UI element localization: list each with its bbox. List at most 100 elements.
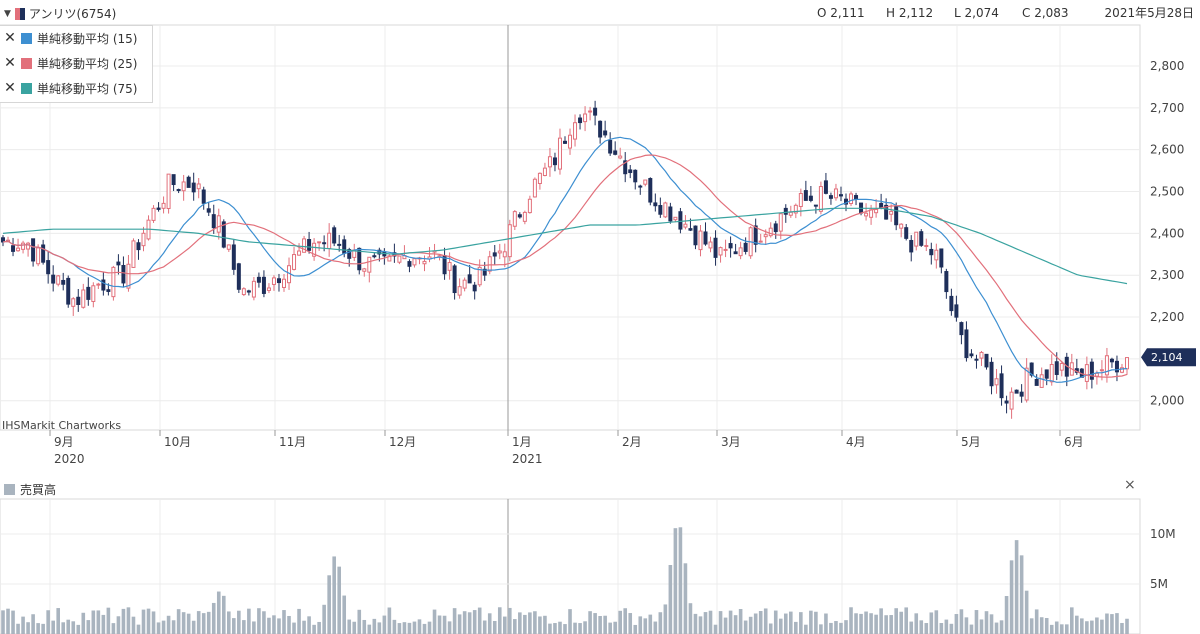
- candle-body: [266, 287, 271, 291]
- volume-bar: [121, 608, 126, 634]
- legend-swatch-ma25: [21, 57, 32, 69]
- volume-bar: [1034, 609, 1039, 634]
- volume-bar: [854, 613, 858, 634]
- volume-bar: [166, 615, 171, 634]
- volume-bar: [41, 623, 45, 634]
- last-price-label: 2,104: [1151, 351, 1183, 364]
- candle-body: [86, 286, 91, 300]
- candle-body: [593, 107, 598, 116]
- volume-bar: [477, 607, 482, 634]
- legend-item-ma75[interactable]: ✕ 単純移動平均 (75): [4, 78, 137, 98]
- candle-body: [557, 137, 562, 170]
- volume-bar: [613, 621, 617, 634]
- candle-body: [76, 296, 81, 305]
- volume-bar: [869, 613, 873, 634]
- volume-bar: [924, 623, 929, 634]
- candle-body: [758, 240, 763, 243]
- y-tick-label: 2,200: [1150, 310, 1184, 324]
- close-icon[interactable]: ✕: [4, 55, 16, 71]
- candle-body: [26, 242, 31, 250]
- candle-body: [573, 122, 578, 140]
- candle-body: [517, 214, 522, 218]
- volume-bar: [1049, 624, 1054, 634]
- volume-bar: [201, 613, 206, 634]
- candle-body: [447, 262, 452, 271]
- volume-bar: [713, 624, 718, 634]
- candle-body: [542, 167, 547, 177]
- legend-item-ma15[interactable]: ✕ 単純移動平均 (15): [4, 28, 137, 48]
- legend-item-ma25[interactable]: ✕ 単純移動平均 (25): [4, 53, 137, 73]
- candle-body: [1014, 389, 1019, 394]
- volume-bar: [171, 620, 176, 634]
- candle-body: [984, 353, 989, 368]
- candle-body: [733, 251, 738, 255]
- candle-body: [81, 289, 86, 308]
- candle-body: [643, 179, 648, 185]
- volume-bar: [708, 610, 713, 634]
- candle-body: [407, 261, 412, 267]
- volume-bar: [1080, 618, 1084, 634]
- candle-body: [823, 180, 828, 194]
- volume-bar: [1064, 624, 1069, 634]
- volume-bar: [16, 623, 20, 634]
- candle-body: [327, 232, 332, 249]
- volume-bar: [76, 624, 81, 634]
- candle-body: [899, 223, 904, 229]
- candle-body: [783, 207, 788, 215]
- volume-bar: [6, 608, 10, 634]
- candle-body: [738, 247, 743, 257]
- volume-bar: [628, 613, 633, 634]
- candle-body: [658, 205, 663, 215]
- candle-body: [989, 361, 994, 387]
- candle-body: [914, 231, 919, 247]
- volume-bar: [312, 624, 316, 634]
- candle-body: [41, 244, 46, 263]
- x-year-label: 2020: [54, 452, 85, 466]
- candle-body: [71, 298, 76, 307]
- close-icon[interactable]: ✕: [4, 30, 16, 46]
- price-chart[interactable]: 2,000 2,200 2,300 2,400 2,500 2,600 2,700 2,800…: [0, 0, 1200, 634]
- volume-bar: [71, 621, 76, 634]
- volume-bar: [949, 623, 954, 634]
- volume-bar: [1059, 624, 1064, 634]
- candle-body: [1094, 372, 1099, 377]
- x-tick-label: 5月: [961, 435, 981, 449]
- candle-body: [176, 189, 181, 192]
- candle-body: [924, 245, 929, 248]
- volume-bar: [768, 623, 773, 634]
- close-icon[interactable]: ✕: [4, 80, 16, 96]
- candle-body: [231, 244, 236, 270]
- candle-body: [583, 113, 588, 123]
- volume-bar: [778, 618, 783, 634]
- candle-body: [342, 239, 347, 254]
- volume-bar: [482, 620, 487, 634]
- volume-bar: [56, 608, 60, 634]
- candle-body: [46, 260, 51, 275]
- volume-bar: [407, 622, 412, 634]
- candle-body: [633, 169, 638, 183]
- volume-bar: [974, 610, 979, 634]
- volume-bar: [538, 616, 542, 634]
- candle-body: [949, 295, 954, 312]
- candle-body: [502, 251, 507, 258]
- volume-bar: [292, 622, 296, 634]
- candle-body: [959, 322, 964, 336]
- volume-bar: [467, 612, 472, 634]
- volume-bar: [412, 621, 417, 634]
- volume-bar: [96, 610, 101, 634]
- candle-body: [1044, 369, 1049, 379]
- candle-body: [999, 373, 1004, 399]
- candle-body: [964, 329, 969, 359]
- volume-bar: [673, 528, 678, 634]
- close-icon[interactable]: ×: [1124, 477, 1136, 493]
- candle-body: [216, 215, 221, 233]
- x-tick-label: 3月: [721, 435, 741, 449]
- volume-bar: [502, 616, 507, 634]
- volume-bar: [86, 620, 91, 634]
- volume-bar: [909, 621, 914, 634]
- ma15-line: [2, 136, 1128, 383]
- candle-body: [808, 195, 813, 201]
- candle-body: [61, 279, 66, 285]
- volume-bar: [141, 609, 146, 634]
- volume-bar: [558, 621, 562, 634]
